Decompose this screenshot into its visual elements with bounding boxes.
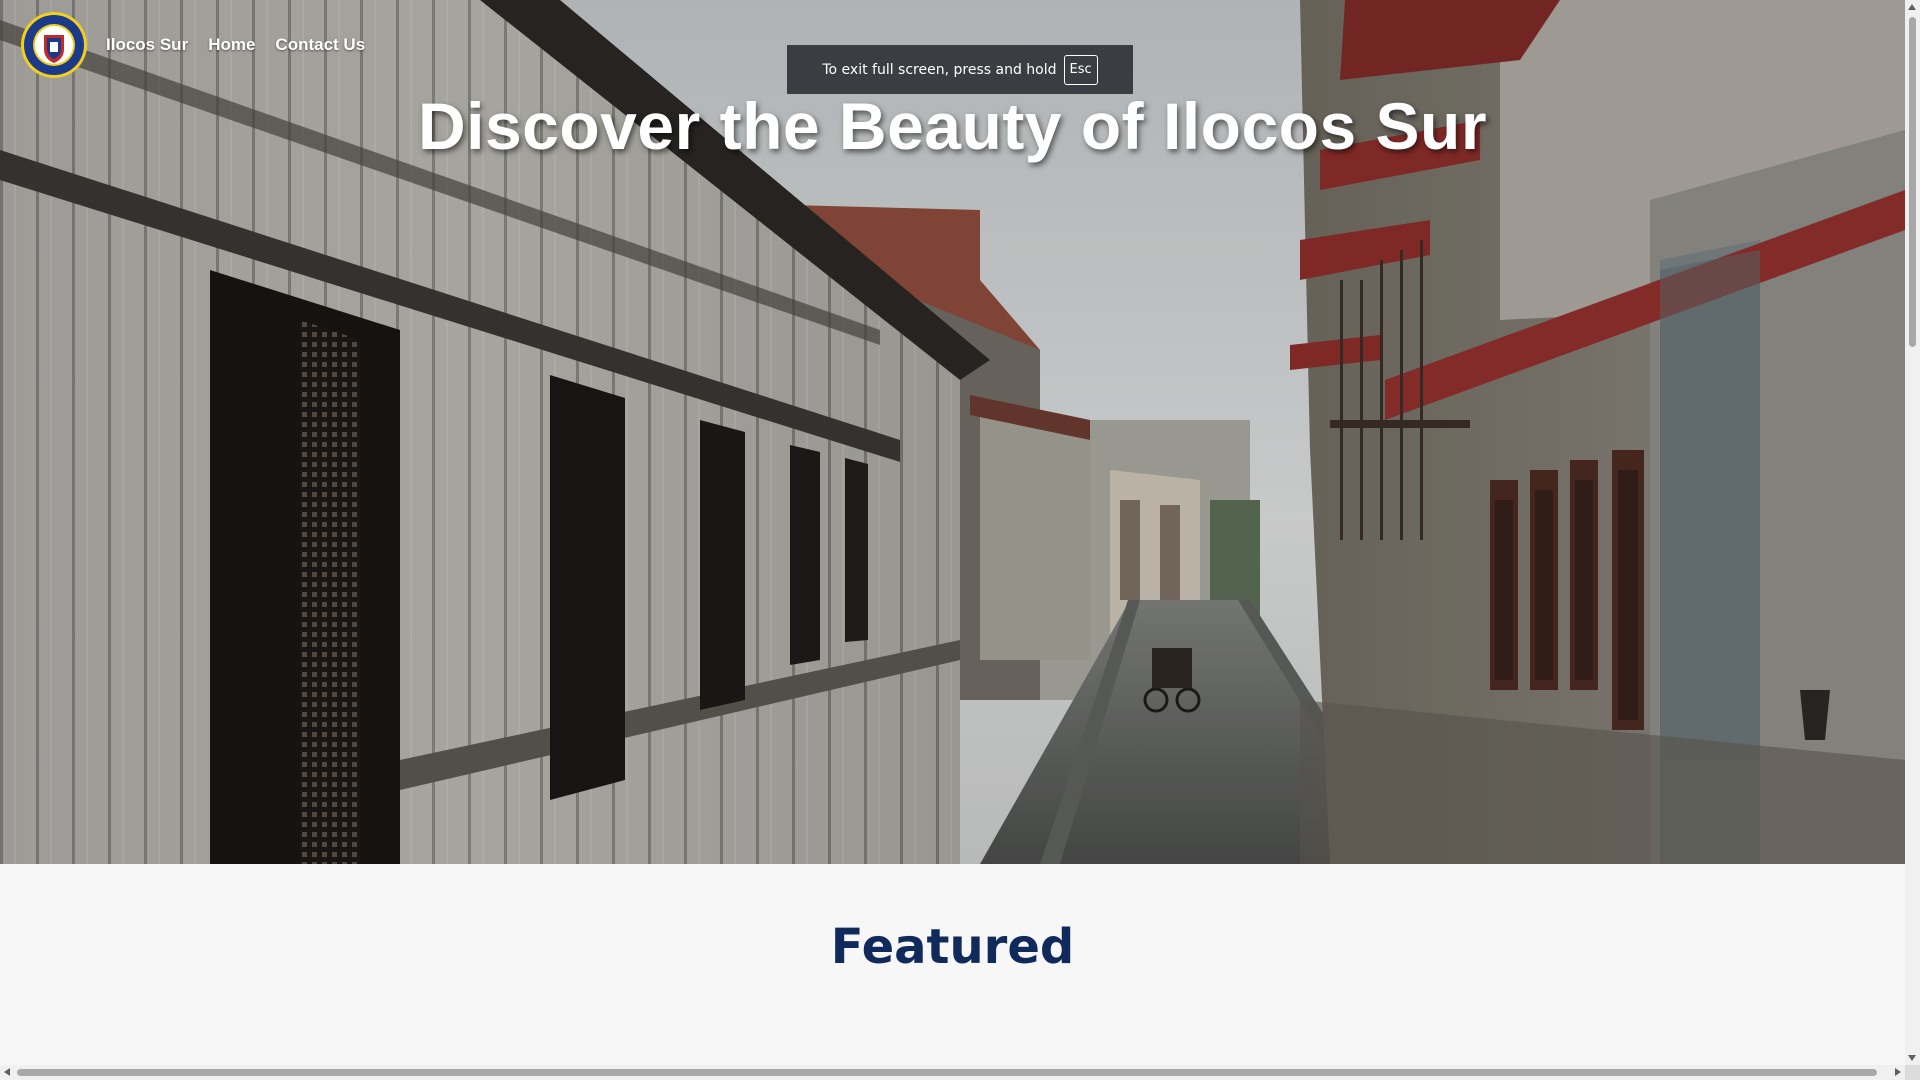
featured-title: Featured bbox=[830, 919, 1075, 975]
nav-contact-link[interactable]: Contact Us bbox=[275, 35, 365, 55]
vertical-scrollbar[interactable] bbox=[1905, 0, 1920, 1065]
province-seal-logo[interactable] bbox=[20, 11, 88, 79]
hero-video[interactable]: Discover the Beauty of Ilocos Sur Ilocos… bbox=[0, 0, 1905, 864]
fullscreen-toast-text: To exit full screen, press and hold bbox=[822, 61, 1057, 78]
scroll-up-arrow-icon[interactable] bbox=[1908, 4, 1916, 10]
page: Discover the Beauty of Ilocos Sur Ilocos… bbox=[0, 0, 1920, 1080]
hero-title: Discover the Beauty of Ilocos Sur bbox=[417, 89, 1488, 163]
fullscreen-exit-toast: To exit full screen, press and hold Esc bbox=[787, 45, 1133, 94]
top-nav: Ilocos Sur Home Contact Us bbox=[20, 10, 385, 80]
horizontal-scroll-thumb[interactable] bbox=[17, 1069, 1877, 1076]
vertical-scroll-thumb[interactable] bbox=[1909, 17, 1916, 347]
scroll-down-arrow-icon[interactable] bbox=[1908, 1055, 1916, 1061]
nav-home-link[interactable]: Home bbox=[208, 35, 255, 55]
featured-section: Featured bbox=[0, 864, 1905, 1064]
esc-key-badge: Esc bbox=[1063, 54, 1098, 85]
scrollbar-corner bbox=[1905, 1065, 1920, 1080]
scroll-right-arrow-icon[interactable] bbox=[1895, 1068, 1901, 1076]
scroll-left-arrow-icon[interactable] bbox=[4, 1068, 10, 1076]
horizontal-scrollbar[interactable] bbox=[0, 1065, 1905, 1080]
nav-brand-link[interactable]: Ilocos Sur bbox=[106, 35, 188, 55]
